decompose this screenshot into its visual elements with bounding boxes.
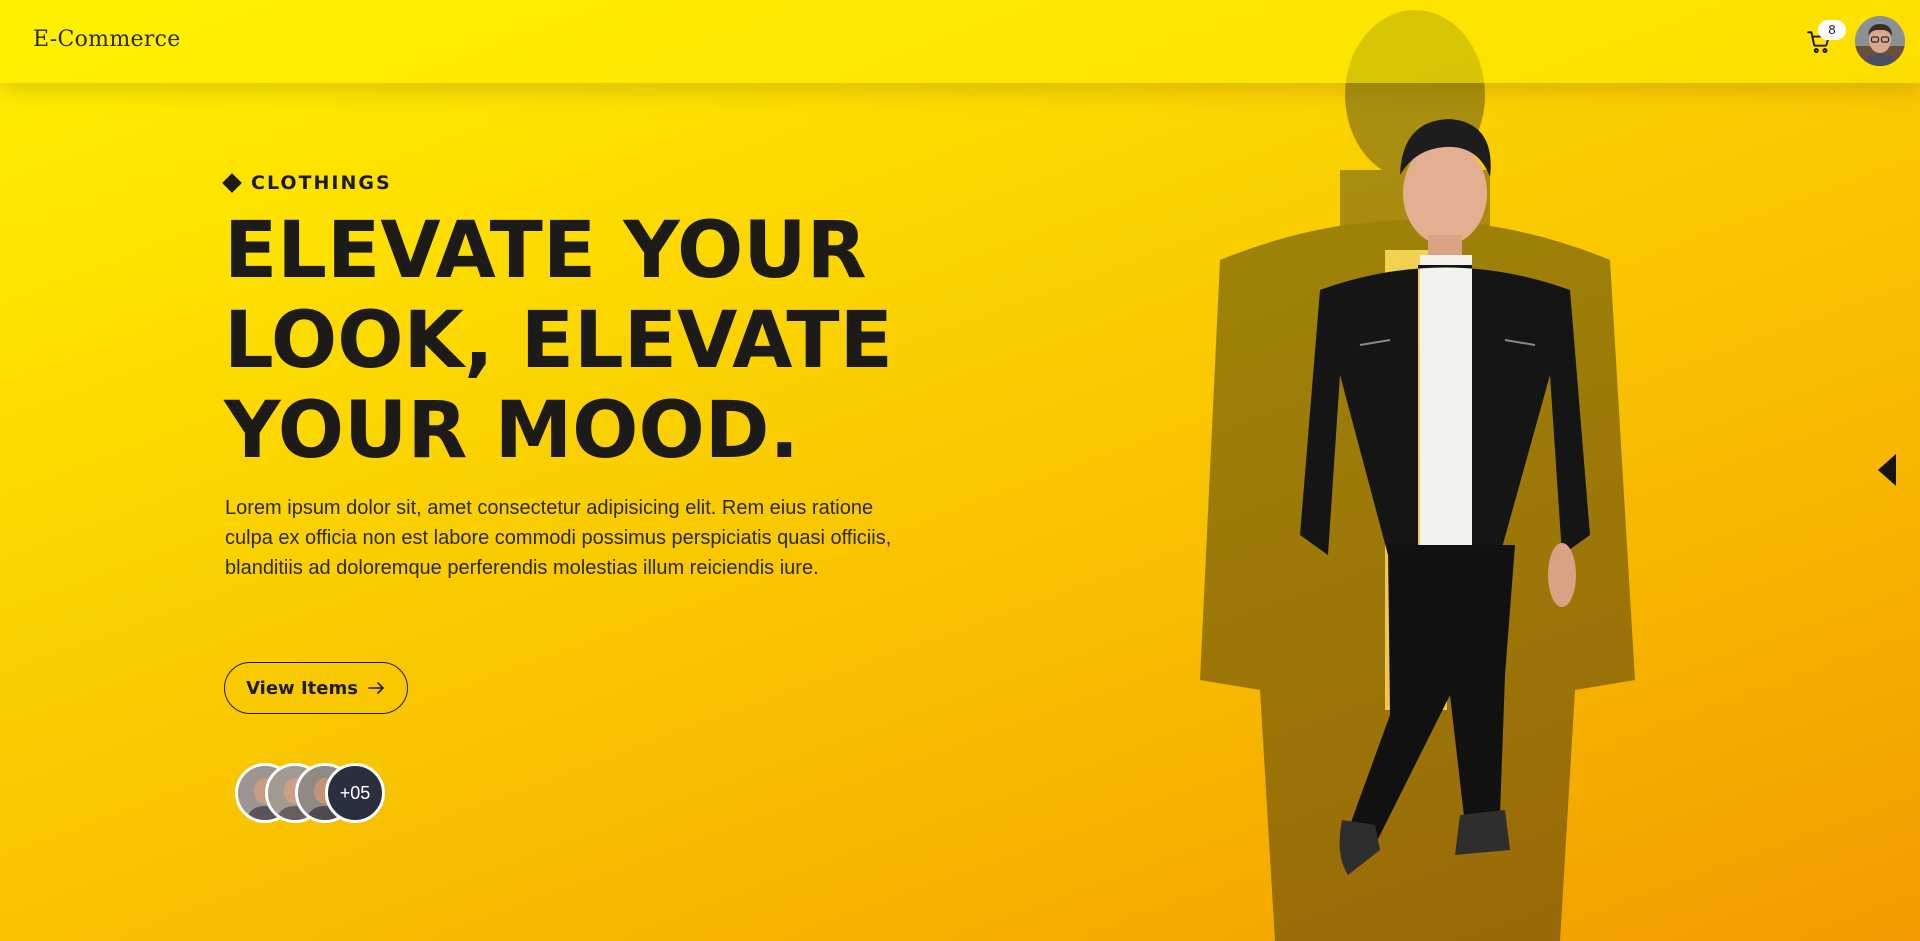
headline-line-3: YOUR MOOD. bbox=[224, 386, 800, 476]
headline-line-1: ELEVATE YOUR bbox=[224, 206, 867, 296]
brand-logo[interactable]: E-Commerce bbox=[33, 27, 181, 52]
headline-line-2: LOOK, ELEVATE bbox=[224, 296, 893, 386]
more-customers-badge[interactable]: +05 bbox=[325, 763, 385, 823]
arrow-right-icon bbox=[368, 682, 384, 694]
category-label: CLOTHINGS bbox=[222, 172, 392, 194]
hero-description: Lorem ipsum dolor sit, amet consectetur … bbox=[225, 497, 892, 579]
view-items-button[interactable]: View Items bbox=[224, 662, 408, 714]
customer-avatars: +05 bbox=[235, 763, 395, 823]
diamond-icon bbox=[222, 173, 242, 193]
model-image bbox=[1300, 119, 1590, 875]
view-items-label: View Items bbox=[246, 677, 358, 699]
category-text: CLOTHINGS bbox=[251, 172, 392, 194]
hero-headline: ELEVATE YOUR LOOK, ELEVATE YOUR MOOD. bbox=[224, 206, 944, 476]
cart-count-badge: 8 bbox=[1818, 20, 1846, 40]
avatar-photo-icon bbox=[1855, 16, 1905, 66]
user-avatar[interactable] bbox=[1855, 16, 1905, 66]
triangle-left-icon[interactable] bbox=[1874, 452, 1900, 488]
navbar: E-Commerce 8 bbox=[0, 0, 1920, 83]
